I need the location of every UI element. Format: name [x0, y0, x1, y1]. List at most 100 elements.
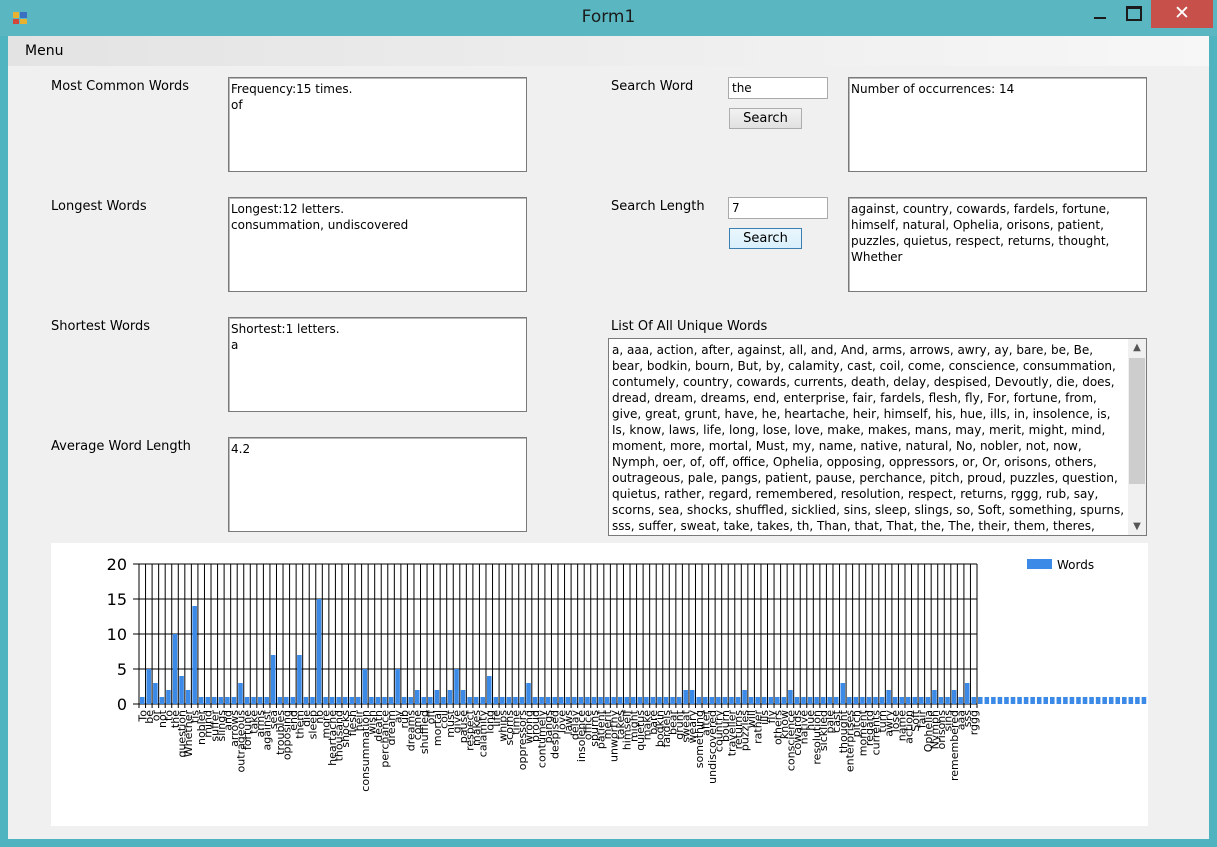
bar [591, 697, 597, 704]
bar [919, 697, 924, 704]
y-tick-label: 5 [117, 660, 127, 679]
bar [892, 697, 898, 704]
bar [997, 697, 1003, 704]
bar [552, 697, 558, 704]
bar [742, 690, 747, 704]
title-bar[interactable]: Form1 ✕ [0, 0, 1217, 36]
bar [369, 697, 374, 704]
close-button[interactable]: ✕ [1151, 0, 1213, 28]
bar [513, 697, 518, 704]
bar [807, 697, 813, 704]
shortest-words-textbox[interactable]: Shortest:1 letters. a [228, 317, 527, 412]
scroll-thumb[interactable] [1129, 358, 1145, 484]
bar [676, 697, 682, 704]
bar [755, 697, 760, 704]
bar [526, 683, 531, 704]
bar [486, 676, 492, 704]
bar [670, 697, 675, 704]
bar [382, 697, 387, 704]
search-length-button[interactable]: Search [729, 228, 802, 249]
bar [225, 697, 230, 704]
bar [886, 690, 891, 704]
bar [840, 683, 846, 704]
bar [788, 690, 793, 704]
bar [873, 697, 878, 704]
search-word-input[interactable]: the [728, 77, 828, 99]
bar [198, 697, 204, 704]
bar [951, 690, 957, 704]
bar [644, 697, 649, 704]
unique-words-scrollbar[interactable]: ▲ ▼ [1128, 339, 1146, 535]
search-word-button[interactable]: Search [729, 108, 802, 129]
bar [977, 697, 983, 704]
scroll-down-icon[interactable]: ▼ [1128, 518, 1146, 535]
bar [316, 599, 322, 704]
bar [905, 697, 911, 704]
bar [270, 655, 276, 704]
longest-words-textbox[interactable]: Longest:12 letters. consummation, undisc… [228, 197, 527, 292]
bar [277, 697, 283, 704]
maximize-button[interactable] [1117, 0, 1149, 28]
length-results-textbox[interactable]: against, country, cowards, fardels, fort… [848, 197, 1147, 292]
bar [545, 697, 551, 704]
bar [1063, 697, 1068, 704]
bar [945, 697, 950, 704]
minimize-button[interactable] [1085, 0, 1115, 28]
average-length-textbox[interactable]: 4.2 [228, 437, 527, 532]
bar [1017, 697, 1022, 704]
bar [284, 697, 289, 704]
bar [899, 697, 905, 704]
occurrences-textbox[interactable]: Number of occurrences: 14 [848, 77, 1147, 172]
bar [323, 697, 328, 704]
bar [696, 697, 702, 704]
bar [1023, 697, 1029, 704]
bar [185, 690, 191, 704]
bar [722, 697, 728, 704]
bar [709, 697, 715, 704]
bar [775, 697, 780, 704]
bar [866, 697, 872, 704]
longest-words-label: Longest Words [51, 199, 147, 214]
average-length-label: Average Word Length [51, 439, 191, 454]
bar [500, 697, 505, 704]
bar [1089, 697, 1094, 704]
bar [801, 697, 806, 704]
y-tick-label: 10 [107, 625, 127, 644]
bar [630, 697, 636, 704]
bar [1102, 697, 1107, 704]
chart-svg: 05101520TobeornottothequestionWhethertis… [107, 555, 1217, 792]
bar [519, 697, 525, 704]
bar [833, 697, 839, 704]
bar [290, 697, 296, 704]
bar [853, 697, 859, 704]
bar [251, 697, 256, 704]
bar [1128, 697, 1134, 704]
bar [814, 697, 819, 704]
search-length-input[interactable]: 7 [728, 197, 828, 219]
search-length-label: Search Length [611, 199, 705, 214]
bar [1108, 697, 1114, 704]
unique-words-label: List Of All Unique Words [611, 319, 768, 334]
unique-words-textbox[interactable]: a, aaa, action, after, against, all, and… [608, 338, 1147, 536]
bar [1141, 697, 1147, 704]
form-client-area: Menu Most Common Words Frequency:15 time… [8, 36, 1217, 839]
bar [349, 697, 355, 704]
scroll-up-icon[interactable]: ▲ [1128, 339, 1146, 356]
legend-label: Words [1057, 558, 1094, 572]
bar [375, 697, 381, 704]
bar [925, 697, 931, 704]
bar [310, 697, 315, 704]
bar [1122, 697, 1127, 704]
bar [421, 697, 427, 704]
menu-item-menu[interactable]: Menu [25, 43, 63, 59]
bar [1036, 697, 1042, 704]
bar [493, 697, 499, 704]
shortest-words-label: Shortest Words [51, 319, 151, 334]
bar [984, 697, 990, 704]
most-common-textbox[interactable]: Frequency:15 times. of [228, 77, 527, 172]
app-window: Form1 ✕ Menu Most Common Words Frequency… [0, 0, 1217, 847]
bar [663, 697, 669, 704]
bar [748, 697, 754, 704]
bar [244, 697, 250, 704]
bar [218, 697, 224, 704]
